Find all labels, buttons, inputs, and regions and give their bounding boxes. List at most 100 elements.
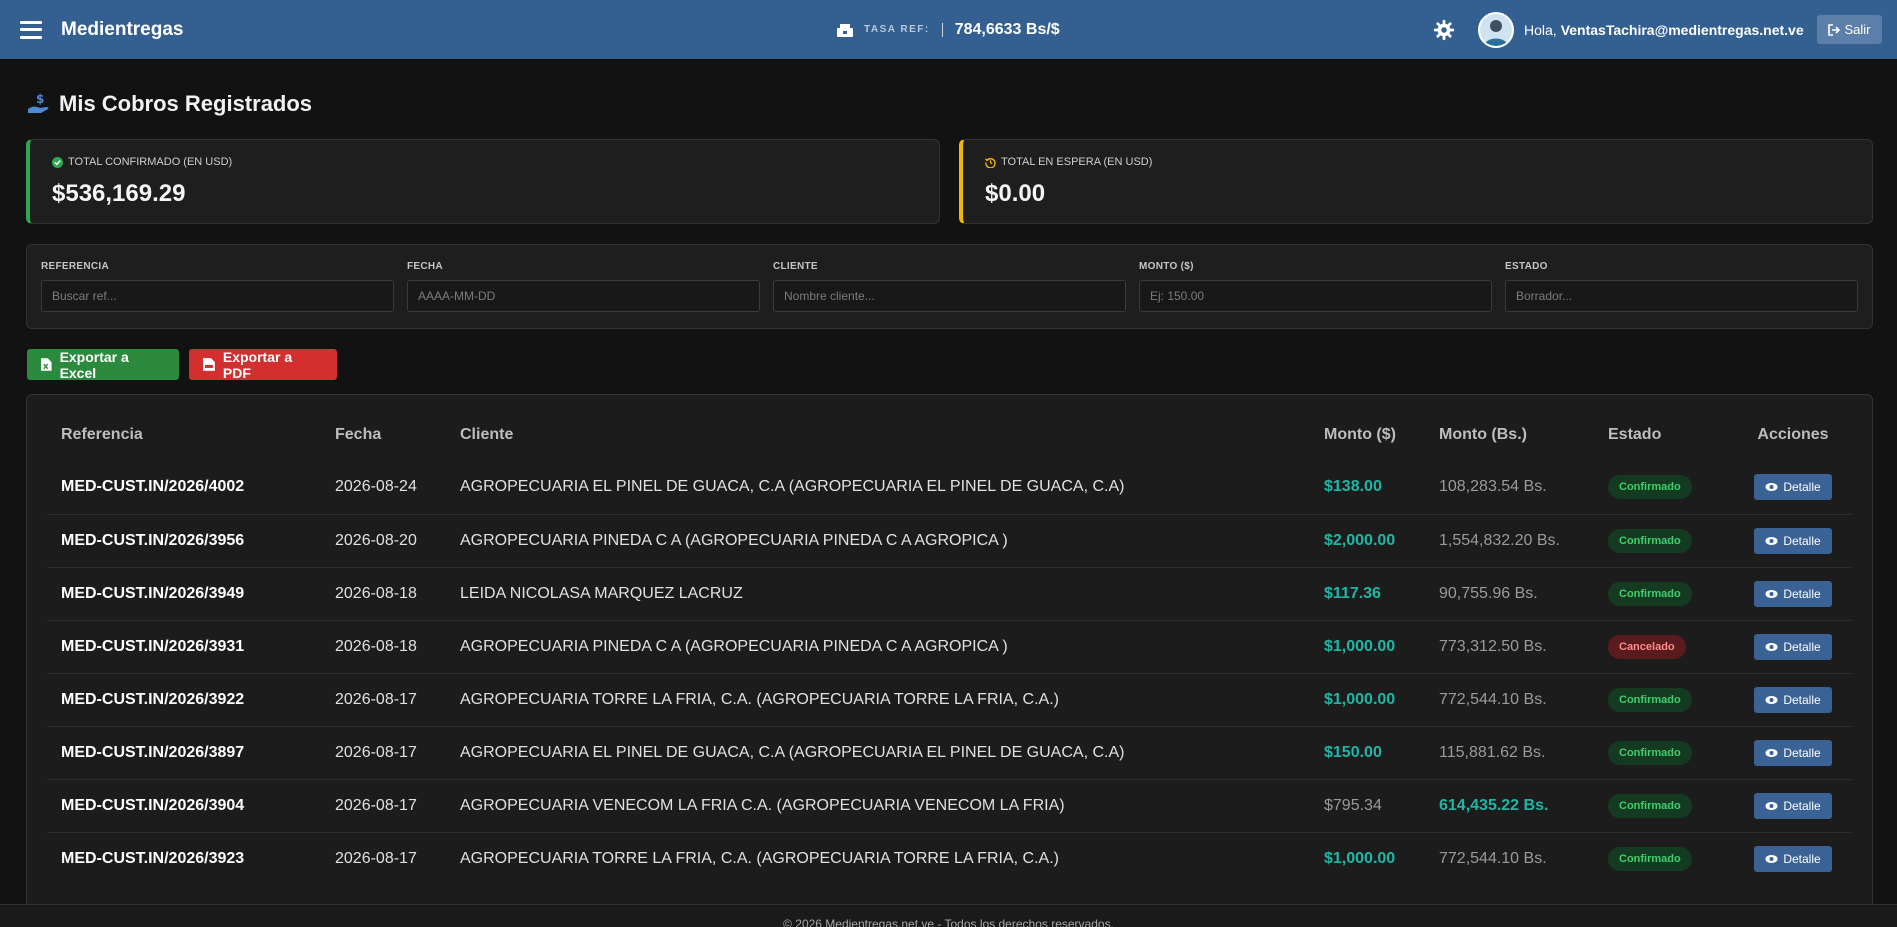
export-pdf-button[interactable]: Exportar a PDF: [189, 349, 337, 381]
status-badge: Confirmado: [1608, 475, 1692, 500]
exchange-rate-label: TASA REF:: [864, 24, 930, 35]
table-row: MED-CUST.IN/2026/3904 2026-08-17 AGROPECUA…: [47, 779, 1852, 832]
row-date: 2026-08-17: [335, 849, 417, 867]
filter-reference-label: REFERENCIA: [41, 261, 110, 272]
row-amount-bs: 90,755.96 Bs.: [1439, 584, 1538, 602]
eye-icon: [1765, 801, 1778, 810]
detail-button-label: Detalle: [1783, 745, 1821, 760]
user-greeting: Hola, VentasTachira@medientregas.net.ve: [1524, 0, 1804, 59]
client-filter-input[interactable]: [773, 279, 1126, 312]
export-excel-button[interactable]: Exportar a Excel: [27, 348, 179, 381]
detail-button[interactable]: Detalle: [1754, 792, 1832, 819]
row-actions-cell: Detalle: [1734, 514, 1852, 567]
payments-table-card: Referencia Fecha Cliente Monto ($) Monto…: [26, 394, 1873, 914]
footer: © 2026 Medientregas.net.ve - Todos los d…: [0, 904, 1897, 927]
greeting-prefix: Hola,: [1524, 21, 1557, 38]
row-status-cell: Confirmado: [1594, 673, 1734, 726]
col-amount-usd-header[interactable]: Monto ($): [1310, 409, 1425, 461]
row-date: 2026-08-18: [335, 584, 417, 602]
row-actions-cell: Detalle: [1734, 461, 1852, 514]
settings-gear-icon[interactable]: [1433, 19, 1455, 41]
status-badge: Confirmado: [1608, 581, 1692, 606]
row-amount-usd: $117.36: [1324, 584, 1381, 602]
exchange-rate-value: 784,6633 Bs/$: [954, 20, 1060, 38]
page-header: $ Mis Cobros Registrados: [27, 91, 312, 117]
row-actions-cell: Detalle: [1734, 620, 1852, 673]
col-amount-bs-header[interactable]: Monto (Bs.): [1425, 409, 1594, 461]
pdf-file-icon: [203, 358, 215, 371]
pending-total-card: TOTAL EN ESPERA (EN USD) $0.00: [959, 139, 1873, 224]
col-reference-header[interactable]: Referencia: [47, 409, 321, 461]
table-row: MED-CUST.IN/2026/3931 2026-08-18 AGROPECUA…: [47, 620, 1852, 673]
confirmed-total-label: TOTAL CONFIRMADO (EN USD): [68, 156, 233, 168]
reference-search-input[interactable]: [41, 279, 394, 312]
row-reference: MED-CUST.IN/2026/4002: [61, 478, 245, 496]
row-amount-bs: 108,283.54 Bs.: [1439, 478, 1547, 496]
filter-client: CLIENTE: [773, 261, 1126, 312]
svg-text:$: $: [36, 92, 44, 106]
row-date: 2026-08-20: [335, 531, 417, 549]
page-title: Mis Cobros Registrados: [59, 91, 313, 116]
confirmed-total-value: $536,169.29: [52, 180, 186, 207]
row-amount-usd: $138.00: [1324, 478, 1382, 496]
detail-button[interactable]: Detalle: [1754, 739, 1832, 766]
eye-icon: [1765, 642, 1778, 651]
table-row: MED-CUST.IN/2026/3956 2026-08-20 AGROPECUA…: [47, 514, 1852, 567]
detail-button[interactable]: Detalle: [1754, 633, 1832, 660]
detail-button[interactable]: Detalle: [1754, 686, 1832, 713]
avatar-icon: [1480, 14, 1512, 46]
row-reference: MED-CUST.IN/2026/3949: [61, 584, 245, 602]
row-status-cell: Cancelado: [1594, 620, 1734, 673]
export-excel-label: Exportar a Excel: [59, 348, 129, 381]
col-actions-header: Acciones: [1757, 426, 1829, 443]
filter-status-label: ESTADO: [1505, 261, 1548, 272]
row-reference: MED-CUST.IN/2026/3931: [61, 637, 245, 655]
row-status-cell: Confirmado: [1594, 461, 1734, 514]
row-date: 2026-08-17: [335, 743, 417, 761]
row-reference: MED-CUST.IN/2026/3923: [61, 849, 245, 867]
pending-total-label: TOTAL EN ESPERA (EN USD): [1001, 156, 1153, 168]
row-client: AGROPECUARIA TORRE LA FRIA, C.A. (AGROPE…: [460, 690, 1059, 708]
logout-button[interactable]: Salir: [1817, 15, 1882, 44]
detail-button[interactable]: Detalle: [1754, 845, 1832, 872]
detail-button-label: Detalle: [1783, 586, 1821, 601]
menu-icon[interactable]: [20, 20, 42, 39]
row-reference: MED-CUST.IN/2026/3956: [61, 531, 245, 549]
check-circle-icon: [52, 156, 63, 168]
eye-icon: [1765, 854, 1778, 863]
detail-button[interactable]: Detalle: [1754, 580, 1832, 607]
filter-amount-label: MONTO ($): [1139, 261, 1194, 272]
eye-icon: [1765, 536, 1778, 545]
table-row: MED-CUST.IN/2026/4002 2026-08-24 AGROPECUA…: [47, 461, 1852, 514]
pending-total-value: $0.00: [985, 180, 1046, 207]
date-filter-input[interactable]: [407, 279, 760, 312]
row-client: AGROPECUARIA PINEDA C A (AGROPECUARIA PI…: [460, 531, 1008, 549]
table-body: MED-CUST.IN/2026/4002 2026-08-24 AGROPECUA…: [47, 461, 1852, 885]
payments-table: Referencia Fecha Cliente Monto ($) Monto…: [47, 409, 1852, 885]
amount-filter-input[interactable]: [1139, 279, 1492, 312]
col-date-header[interactable]: Fecha: [321, 409, 446, 461]
user-avatar[interactable]: [1478, 12, 1514, 48]
status-badge: Cancelado: [1608, 634, 1686, 659]
filter-date-label: FECHA: [407, 261, 443, 272]
row-date: 2026-08-18: [335, 637, 417, 655]
filter-date: FECHA: [407, 261, 760, 312]
filter-reference: REFERENCIA: [41, 261, 394, 312]
detail-button[interactable]: Detalle: [1754, 474, 1832, 501]
logout-label: Salir: [1844, 22, 1871, 37]
col-status-header[interactable]: Estado: [1594, 409, 1734, 461]
eye-icon: [1765, 483, 1778, 492]
row-amount-bs: 773,312.50 Bs.: [1439, 637, 1547, 655]
row-status-cell: Confirmado: [1594, 567, 1734, 620]
status-filter-input[interactable]: [1505, 279, 1858, 312]
row-amount-bs: 614,435.22 Bs.: [1439, 796, 1549, 814]
table-row: MED-CUST.IN/2026/3923 2026-08-17 AGROPECUA…: [47, 832, 1852, 885]
row-date: 2026-08-17: [335, 690, 417, 708]
col-client-header[interactable]: Cliente: [446, 409, 1310, 461]
row-client: AGROPECUARIA TORRE LA FRIA, C.A. (AGROPE…: [460, 849, 1059, 867]
row-client: AGROPECUARIA EL PINEL DE GUACA, C.A (AGR…: [460, 478, 1125, 496]
confirmed-total-card: TOTAL CONFIRMADO (EN USD) $536,169.29: [26, 139, 940, 224]
detail-button[interactable]: Detalle: [1754, 527, 1832, 554]
logout-icon: [1828, 23, 1841, 36]
brand-name[interactable]: Medientregas: [61, 19, 183, 41]
